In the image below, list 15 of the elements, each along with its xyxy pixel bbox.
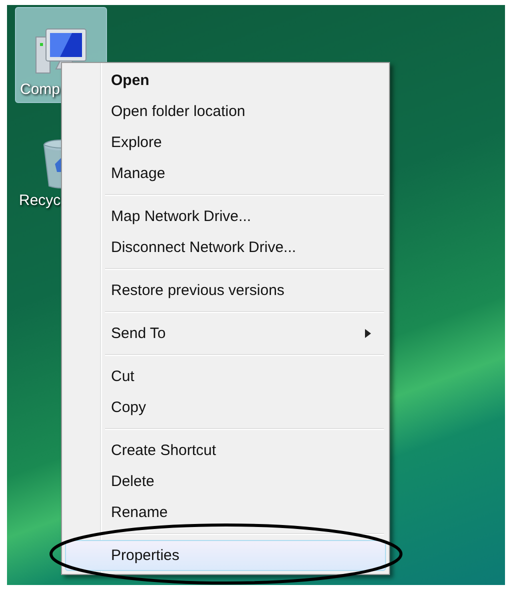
menu-item[interactable]: Cut [65,361,386,392]
menu-item[interactable]: Rename [65,497,386,528]
menu-item[interactable]: Explore [65,127,386,158]
menu-item[interactable]: Delete [65,466,386,497]
menu-item[interactable]: Map Network Drive... [65,201,386,232]
menu-item[interactable]: Send To [65,318,386,349]
menu-item[interactable]: Manage [65,158,386,189]
menu-item[interactable]: Properties [65,540,386,571]
menu-item[interactable]: Create Shortcut [65,435,386,466]
menu-item[interactable]: Copy [65,392,386,423]
submenu-arrow-icon [365,329,371,338]
icon-label: Comp [19,81,60,98]
menu-item[interactable]: Disconnect Network Drive... [65,232,386,263]
menu-item[interactable]: Restore previous versions [65,275,386,306]
icon-label: Recyc [18,192,61,209]
